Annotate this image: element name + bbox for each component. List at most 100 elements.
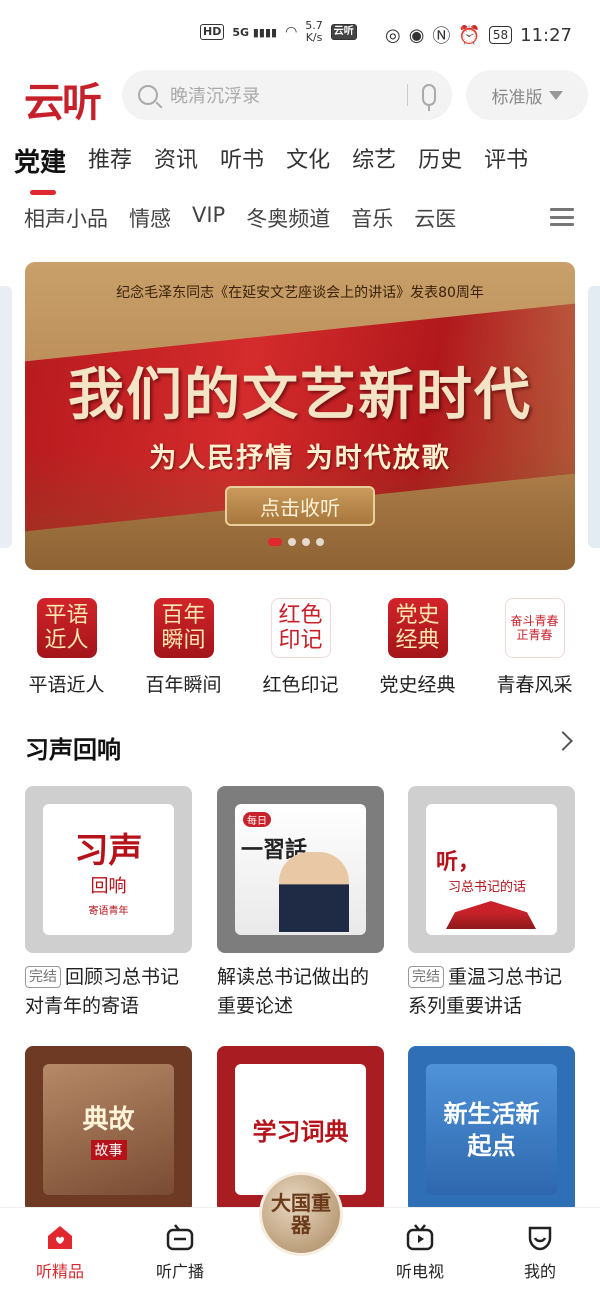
quick-entry-pingyu[interactable]: 平语近人 平语近人 [8,598,125,697]
edition-label: 标准版 [491,87,543,108]
tab-vip[interactable]: VIP [192,203,225,233]
quick-entry-bainian[interactable]: 百年瞬间 百年瞬间 [125,598,242,697]
quick-entry-label: 青春风采 [496,674,573,696]
album-title: 解读总书记做出的重要论述 [217,966,370,1017]
nav-item-guangbo[interactable]: 听广播 [120,1208,240,1291]
wifi-icon: ◠ [285,24,298,40]
quick-entry-row: 平语近人 平语近人 百年瞬间 百年瞬间 红色印记 红色印记 党史经典 党史经典 … [0,598,600,697]
cover-art-main: 听， [436,849,481,875]
pagination-dot-active [268,538,282,546]
status-left: HD 5G ▮▮▮▮ ◠ 5.7 K/s 云听 [200,20,357,44]
album-cover-art: 每日 一習話 [235,804,366,935]
cover-art-sub: 故事 [90,1140,127,1160]
tab-xiangsheng[interactable]: 相声小品 [24,203,108,233]
search-divider [407,84,408,106]
pingyu-icon: 平语近人 [36,598,97,658]
cover-art-main: 习声 [74,830,143,871]
alarm-icon: ⏰ [458,24,481,46]
tab-zixun[interactable]: 资讯 [154,142,198,179]
hero-banner[interactable]: 纪念毛泽东同志《在延安文艺座谈会上的讲话》发表80周年 我们的文艺新时代 为人民… [25,262,575,570]
banner-pagination [268,538,324,546]
search-placeholder: 晚清沉浮录 [170,86,260,107]
pagination-dot [316,538,324,546]
quick-entry-qingchun[interactable]: 奋斗青春正青春 青春风采 [476,598,593,697]
banner-title: 我们的文艺新时代 [68,362,532,428]
pagination-dot [288,538,296,546]
banner-subtitle: 为人民抒情 为时代放歌 [149,443,451,474]
album-cover-art: 听， 习总书记的话 [426,804,557,935]
album-card[interactable]: 新生活新起点 [408,1046,575,1213]
home-icon [48,1226,72,1249]
profile-icon [528,1226,552,1251]
clock: 11:27 [520,24,572,46]
quick-entry-hongse[interactable]: 红色印记 红色印记 [242,598,359,697]
album-card[interactable]: 典故 故事 [25,1046,192,1213]
microphone-icon[interactable] [422,84,436,111]
tab-zongyi[interactable]: 综艺 [352,142,396,179]
nav-item-wode[interactable]: 我的 [480,1208,600,1291]
search-bar[interactable]: 晚清沉浮录 [122,70,452,120]
cover-art-sub: 习总书记的话 [448,880,527,895]
tab-wenhua[interactable]: 文化 [286,142,330,179]
cover-art-foot: 寄语青年 [88,905,129,917]
bainian-icon: 百年瞬间 [153,598,214,658]
radio-icon [166,1224,194,1251]
primary-channel-tabs: 党建 推荐 资讯 听书 文化 综艺 历史 评书 [14,142,528,195]
nav-label: 听精品 [35,1262,84,1281]
app-logo[interactable]: 云听 [24,70,102,128]
album-cover-art: 习声 回响 寄语青年 [43,804,174,935]
edition-selector[interactable]: 标准版 [466,70,588,120]
tab-dangjian[interactable]: 党建 [14,142,66,195]
status-bar: HD 5G ▮▮▮▮ ◠ 5.7 K/s 云听 ◎ ◉ Ⓝ ⏰ 58 11:27 [0,0,600,72]
finished-badge: 完结 [408,966,444,988]
chevron-right-icon[interactable] [553,731,573,751]
banner-next-peek[interactable] [588,286,600,548]
tab-yunyi[interactable]: 云医 [414,203,456,233]
album-cover-art: 典故 故事 [43,1064,174,1195]
nav-item-jingpin[interactable]: 听精品 [0,1208,120,1291]
tab-tuijian[interactable]: 推荐 [88,142,132,179]
album-cover: 听， 习总书记的话 [408,786,575,953]
banner-listen-button[interactable]: 点击收听 [225,486,375,526]
tab-yinyue[interactable]: 音乐 [351,203,393,233]
cover-art-main: 新生活新起点 [443,1098,540,1160]
portrait-image [279,852,349,932]
quick-entry-label: 红色印记 [262,674,339,696]
nav-item-dianshi[interactable]: 听电视 [360,1208,480,1291]
tab-qinggan[interactable]: 情感 [129,203,171,233]
app-notification-icon: 云听 [330,24,357,40]
album-card[interactable]: 听， 习总书记的话 完结 重温习总书记系列重要讲话 [408,786,575,1021]
finished-badge: 完结 [25,966,61,988]
hd-icon: HD [200,24,225,40]
vibrate-icon: ◎ [384,24,401,46]
quick-entry-label: 党史经典 [379,674,456,696]
tab-dongao[interactable]: 冬奥频道 [246,203,330,233]
album-cover: 习声 回响 寄语青年 [25,786,192,953]
album-cover: 每日 一習話 [217,786,384,953]
tab-lishi[interactable]: 历史 [418,142,462,179]
tab-tingshu[interactable]: 听书 [220,142,264,179]
secondary-channel-tabs: 相声小品 情感 VIP 冬奥频道 音乐 云医 [24,203,477,233]
featured-center-button[interactable]: 大国重器 [259,1172,343,1256]
section-title: 习声回响 [25,736,121,764]
battery-icon: 58 [488,26,513,44]
banner-caption: 纪念毛泽东同志《在延安文艺座谈会上的讲话》发表80周年 [116,285,484,301]
cover-art-main: 典故 [82,1105,135,1135]
eye-icon: ◉ [408,24,425,46]
hongse-icon: 红色印记 [270,598,331,658]
nav-label: 我的 [523,1262,556,1281]
album-card[interactable]: 每日 一習話 解读总书记做出的重要论述 [217,786,384,1021]
tv-icon [406,1224,434,1251]
quick-entry-dangshi[interactable]: 党史经典 党史经典 [359,598,476,697]
tab-pingshu[interactable]: 评书 [484,142,528,179]
album-cover: 典故 故事 [25,1046,192,1213]
quick-entry-label: 平语近人 [28,674,105,696]
album-card[interactable]: 习声 回响 寄语青年 完结 回顾习总书记对青年的寄语 [25,786,192,1021]
nav-label: 听电视 [395,1262,444,1281]
banner-prev-peek[interactable] [0,286,12,548]
menu-icon[interactable] [550,208,574,226]
cover-art-sub: 回响 [90,875,127,897]
album-cover: 新生活新起点 [408,1046,575,1213]
cover-art-sub: 每日 [243,812,271,827]
album-cover-art: 新生活新起点 [426,1064,557,1195]
